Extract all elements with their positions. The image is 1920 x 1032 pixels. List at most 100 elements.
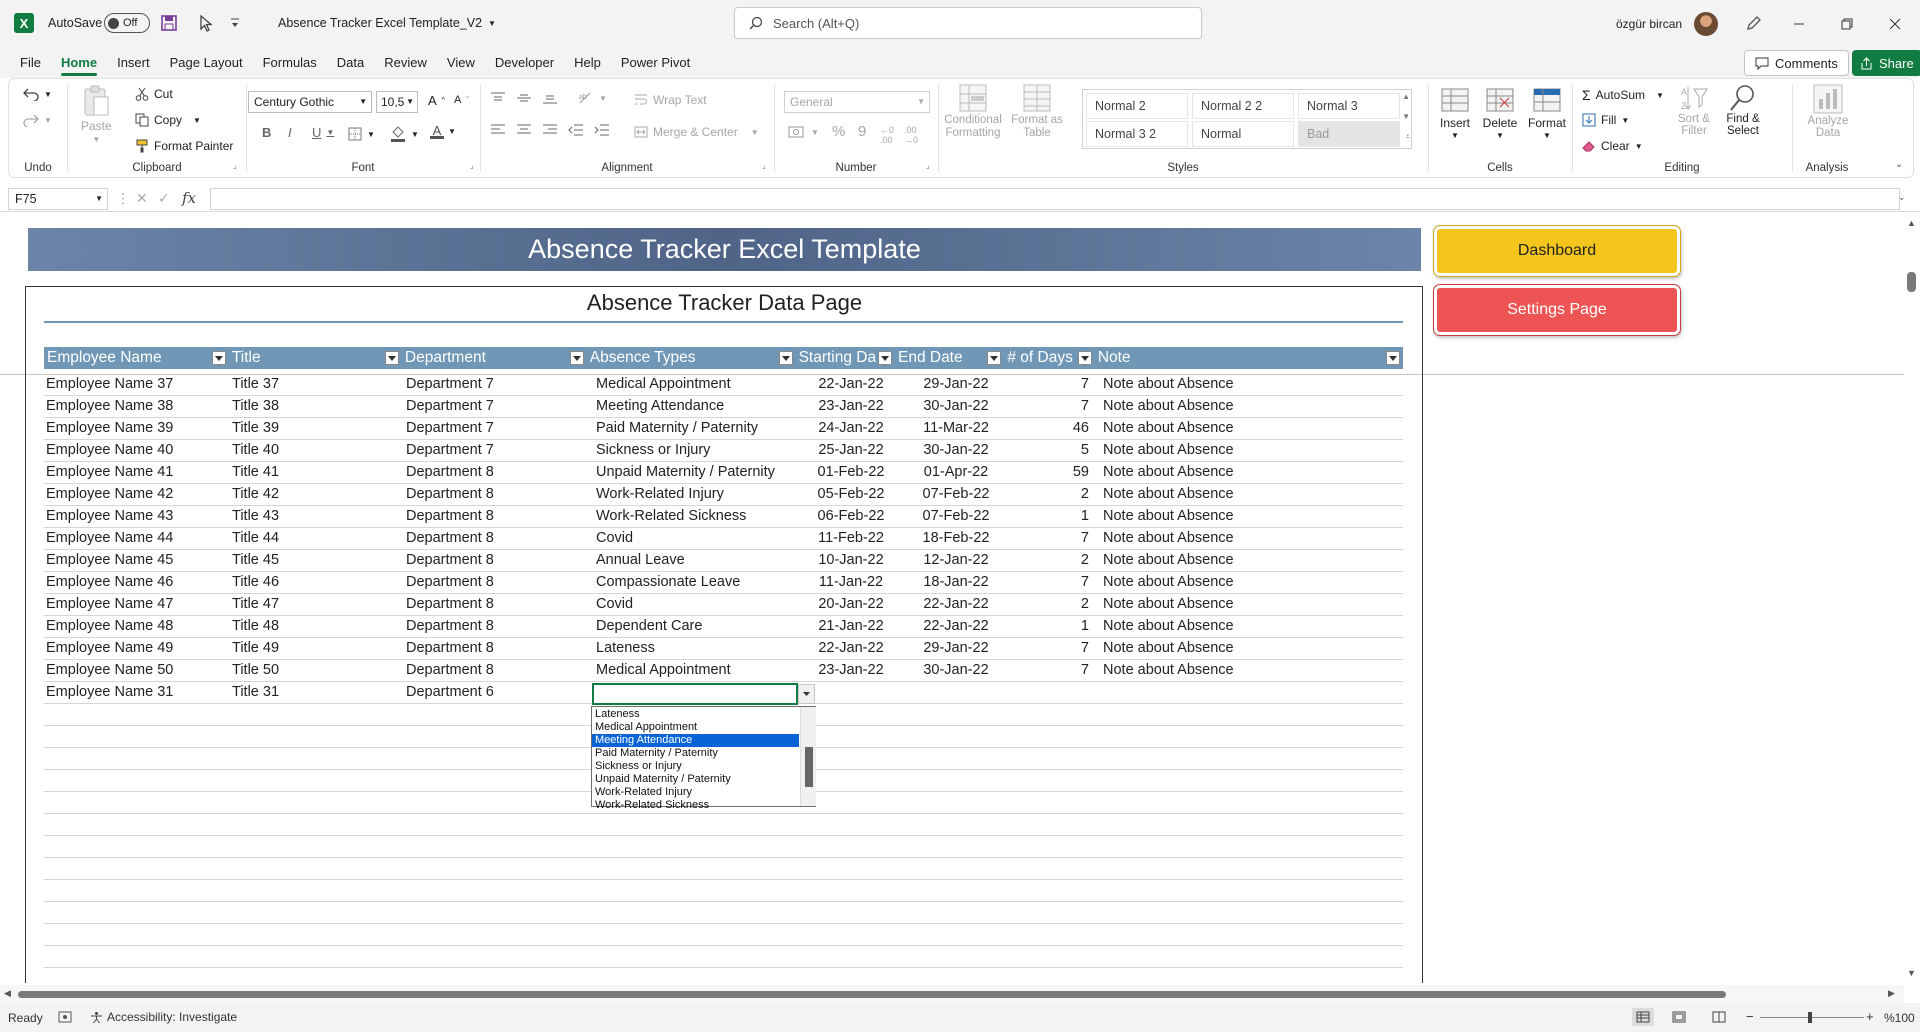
style-normal-2-2[interactable]: Normal 2 2 [1192,93,1294,119]
table-cell[interactable]: 7 [1010,660,1101,681]
table-cell[interactable]: Department 7 [404,440,590,461]
pointer-mode-icon[interactable] [198,14,214,32]
font-color-dropdown-icon[interactable]: ▼ [448,127,456,136]
table-cell[interactable]: 11-Jan-22 [800,572,900,593]
table-cell[interactable] [590,858,800,879]
table-cell[interactable] [800,814,900,835]
table-cell[interactable]: Department 8 [404,506,590,527]
table-cell[interactable]: Annual Leave [590,550,800,571]
horizontal-scroll-thumb[interactable] [18,991,1726,998]
table-cell[interactable]: 07-Feb-22 [900,484,1010,505]
table-cell[interactable] [900,792,1010,813]
table-cell[interactable] [1101,682,1403,703]
table-cell[interactable] [404,880,590,901]
settings-page-button[interactable]: Settings Page [1434,285,1680,335]
customize-qat-icon[interactable] [229,16,241,30]
dropdown-scrollbar[interactable] [800,707,816,806]
zoom-slider[interactable] [1760,1017,1864,1018]
table-cell[interactable] [1101,792,1403,813]
dialog-launcher-icon[interactable]: ⌟ [470,161,474,170]
table-cell[interactable] [1010,682,1101,703]
dropdown-option[interactable]: Work-Related Injury [592,786,799,799]
table-cell[interactable] [1101,704,1403,725]
table-cell[interactable]: Title 41 [230,462,404,483]
table-cell[interactable]: Department 8 [404,550,590,571]
table-cell[interactable]: Note about Absence [1101,660,1403,681]
table-cell[interactable] [900,704,1010,725]
tab-formulas[interactable]: Formulas [253,48,327,78]
table-cell[interactable] [900,858,1010,879]
table-cell[interactable]: Note about Absence [1101,374,1403,395]
table-cell[interactable]: Department 8 [404,616,590,637]
table-cell[interactable]: Department 8 [404,638,590,659]
tab-view[interactable]: View [437,48,485,78]
filter-dropdown-icon[interactable] [778,351,793,365]
normal-view-icon[interactable] [1632,1008,1654,1026]
table-cell[interactable] [404,704,590,725]
tab-insert[interactable]: Insert [107,48,160,78]
table-cell[interactable] [1010,770,1101,791]
style-normal-3-2[interactable]: Normal 3 2 [1086,121,1188,147]
table-cell[interactable] [404,836,590,857]
scroll-up-icon[interactable]: ▲ [1907,218,1916,228]
table-cell[interactable]: Employee Name 42 [44,484,230,505]
table-cell[interactable]: 30-Jan-22 [900,396,1010,417]
orientation-icon[interactable]: ab ▼ [578,91,607,105]
tab-home[interactable]: Home [51,48,107,78]
top-align-icon[interactable] [490,91,506,105]
merge-center-button[interactable]: Merge & Center ▼ [634,125,759,139]
table-cell[interactable] [1010,748,1101,769]
redo-button[interactable]: ▼ [23,113,52,127]
table-cell[interactable] [230,748,404,769]
scroll-left-icon[interactable]: ◀ [4,988,11,999]
table-cell[interactable] [44,748,230,769]
table-cell[interactable]: 18-Feb-22 [900,528,1010,549]
cut-button[interactable]: Cut [135,87,173,101]
dropdown-option[interactable]: Sickness or Injury [592,760,799,773]
table-cell[interactable]: Department 8 [404,572,590,593]
table-cell[interactable] [900,814,1010,835]
expand-formula-bar-icon[interactable]: ⌄ [1898,192,1906,203]
table-cell[interactable]: 22-Jan-22 [900,616,1010,637]
tab-developer[interactable]: Developer [485,48,564,78]
table-cell[interactable]: Department 7 [404,418,590,439]
vertical-scroll-thumb[interactable] [1907,272,1916,292]
table-cell[interactable]: 10-Jan-22 [800,550,900,571]
table-cell[interactable]: 24-Jan-22 [800,418,900,439]
increase-font-size-icon[interactable]: A ^ [428,93,445,108]
table-cell[interactable]: 20-Jan-22 [800,594,900,615]
table-cell[interactable]: Title 49 [230,638,404,659]
page-layout-view-icon[interactable] [1672,1011,1686,1023]
table-cell[interactable]: 7 [1010,374,1101,395]
table-cell[interactable]: Department 8 [404,484,590,505]
table-cell[interactable] [404,902,590,923]
table-cell[interactable]: Compassionate Leave [590,572,800,593]
table-cell[interactable]: Employee Name 50 [44,660,230,681]
table-cell[interactable]: Note about Absence [1101,506,1403,527]
table-cell[interactable]: Meeting Attendance [590,396,800,417]
validation-dropdown-button[interactable] [798,684,815,704]
dropdown-option[interactable]: Work-Related Sickness [592,799,799,812]
analyze-data-button[interactable]: Analyze Data [1804,83,1852,139]
table-cell[interactable] [230,902,404,923]
table-cell[interactable]: Title 46 [230,572,404,593]
worksheet-grid[interactable]: Absence Tracker Excel Template Absence T… [0,216,1904,983]
table-cell[interactable]: 12-Jan-22 [900,550,1010,571]
dropdown-option[interactable]: Paid Maternity / Paternity [592,747,799,760]
clear-button[interactable]: Clear ▼ [1582,139,1643,153]
table-cell[interactable]: Title 43 [230,506,404,527]
gallery-down-icon[interactable]: ▼ [1402,112,1410,121]
table-cell[interactable]: 30-Jan-22 [900,440,1010,461]
table-cell[interactable]: Title 40 [230,440,404,461]
comments-button[interactable]: Comments [1744,50,1849,76]
table-cell[interactable]: 2 [1010,550,1101,571]
table-cell[interactable] [1010,836,1101,857]
table-cell[interactable]: 01-Feb-22 [800,462,900,483]
table-cell[interactable]: 25-Jan-22 [800,440,900,461]
filter-dropdown-icon[interactable] [1077,351,1092,365]
table-cell[interactable] [230,814,404,835]
increase-decimal-icon[interactable]: ←0.00 [880,125,894,145]
table-cell[interactable]: 07-Feb-22 [900,506,1010,527]
table-cell[interactable]: 1 [1010,616,1101,637]
find-select-button[interactable]: Find & Select [1720,83,1766,137]
